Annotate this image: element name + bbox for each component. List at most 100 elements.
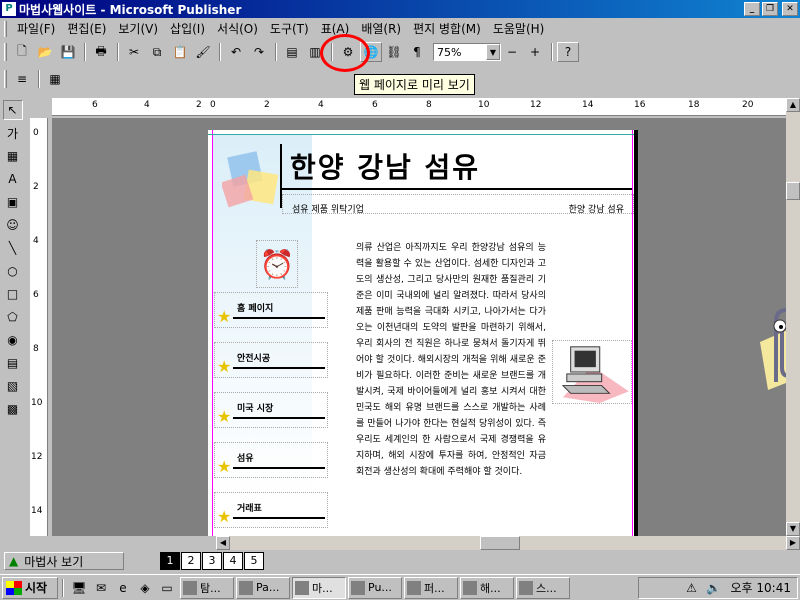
menu-view[interactable]: 보기(V) [112,19,164,39]
hyperlink-icon[interactable]: ⛓ [383,42,405,62]
page-1-button[interactable]: 1 [160,552,180,570]
nav-item-safety[interactable]: ★ 안전시공 [214,342,328,378]
tray-icon[interactable]: ⚠ [681,577,703,599]
horizontal-scrollbar[interactable]: ◀ ▶ [0,536,800,550]
site-title[interactable]: 한양 강남 섬유 [290,146,480,186]
paste-icon[interactable]: 📋 [169,42,191,62]
print-icon[interactable]: 🖶 [90,42,112,62]
rectangle-icon[interactable]: □ [3,284,23,304]
nav-item-trade[interactable]: ★ 거래표 [214,492,328,528]
copy-icon[interactable]: ⧉ [146,42,168,62]
vertical-scrollbar[interactable]: ▲ ▼ [786,98,800,536]
bring-front-icon[interactable]: ▤ [281,42,303,62]
toolbar-grip[interactable] [4,70,7,88]
menu-format[interactable]: 서식(O) [211,19,264,39]
logo-graphic[interactable] [222,150,282,214]
help-icon[interactable]: ? [557,42,579,62]
office-assistant-icon[interactable] [746,302,786,392]
ie-icon[interactable]: e [112,577,134,599]
ruler-label: 20 [742,100,754,110]
menu-arrange[interactable]: 배열(R) [355,19,407,39]
custom-shape-icon[interactable]: ⬠ [3,307,23,327]
show-desktop-icon[interactable]: ▭ [156,577,178,599]
format-icon[interactable]: ≡ [11,69,33,89]
undo-icon[interactable]: ↶ [225,42,247,62]
scroll-right-icon[interactable]: ▶ [786,536,800,550]
scroll-up-icon[interactable]: ▲ [786,98,800,112]
page-4-button[interactable]: 4 [223,552,243,570]
zoom-select[interactable]: 75% ▼ [433,43,501,61]
hotspot-icon[interactable]: ◉ [3,330,23,350]
restore-button[interactable]: ❐ [762,2,778,16]
line-icon[interactable]: ╲ [3,238,23,258]
task-word[interactable]: 퍼... [404,576,458,599]
task-wizard[interactable]: 마... [292,576,346,599]
publisher-icon[interactable]: P [2,2,16,16]
save-icon[interactable]: 💾 [57,42,79,62]
zoom-in-button[interactable]: + [524,42,546,62]
menu-help[interactable]: 도움말(H) [487,19,551,39]
volume-icon[interactable]: 🔊 [703,577,725,599]
format-painter-icon[interactable]: 🖌 [192,42,214,62]
picture-frame-icon[interactable]: ▣ [3,192,23,212]
show-wizard-button[interactable]: ▲ 마법사 보기 [4,552,124,570]
separator [551,43,553,61]
open-icon[interactable]: 📂 [34,42,56,62]
separator [38,70,40,88]
toolbar-grip[interactable] [4,43,7,61]
page-3-button[interactable]: 3 [202,552,222,570]
horizontal-ruler[interactable]: 6 4 2 0 2 4 6 8 10 12 14 16 18 20 [52,98,786,116]
new-icon[interactable]: 🗋 [11,42,33,62]
wordart-icon[interactable]: A [3,169,23,189]
clock[interactable]: 오후 10:41 [731,579,791,596]
table-frame-icon[interactable]: ▦ [3,146,23,166]
menu-file[interactable]: 파일(F) [11,19,61,39]
task-explorer[interactable]: 탐... [180,576,234,599]
clipart-icon[interactable]: ☺ [3,215,23,235]
pointer-icon[interactable]: ↖ [2,100,23,120]
cut-icon[interactable]: ✂ [123,42,145,62]
task-publisher[interactable]: Pu... [348,576,402,599]
desktop-icon[interactable]: 🖥 [68,577,90,599]
design-gallery-icon[interactable]: ▩ [3,399,23,419]
page[interactable]: 한양 강남 섬유 섬유 제품 위탁기업 한양 강남 섬유 ⏰ ★ 홈 페이지 ★… [208,130,638,536]
body-text-frame[interactable]: 의류 산업은 아직까지도 우리 한양강남 섬유의 능력을 활용할 수 있는 산업… [356,240,546,480]
scroll-track[interactable] [230,536,786,550]
vertical-ruler[interactable]: 0 2 4 6 8 10 12 14 [30,118,48,536]
special-chars-icon[interactable]: ¶ [406,42,428,62]
form-control-icon[interactable]: ▤ [3,353,23,373]
publication-canvas[interactable]: 한양 강남 섬유 섬유 제품 위탁기업 한양 강남 섬유 ⏰ ★ 홈 페이지 ★… [52,118,786,536]
alarm-clock-picture[interactable]: ⏰ [256,240,298,288]
menu-insert[interactable]: 삽입(I) [164,19,211,39]
task-paint[interactable]: Pa... [236,576,290,599]
zoom-out-button[interactable]: − [501,42,523,62]
menu-mail-merge[interactable]: 편지 병합(M) [407,19,487,39]
nav-item-home[interactable]: ★ 홈 페이지 [214,292,328,328]
scroll-down-icon[interactable]: ▼ [786,522,800,536]
outlook-icon[interactable]: ✉ [90,577,112,599]
start-button[interactable]: 시작 [2,576,58,599]
scroll-left-icon[interactable]: ◀ [216,536,230,550]
nav-item-us-market[interactable]: ★ 미국 시장 [214,392,328,428]
page-5-button[interactable]: 5 [244,552,264,570]
properties-icon[interactable]: ▦ [44,69,66,89]
minimize-button[interactable]: _ [744,2,760,16]
text-frame-icon[interactable]: 가 [3,123,23,143]
menu-edit[interactable]: 편집(E) [61,19,112,39]
object-toolbar: ↖ 가 ▦ A ▣ ☺ ╲ ○ □ ⬠ ◉ ▤ ▧ ▩ [0,98,26,548]
computer-picture[interactable] [552,340,632,404]
menu-tools[interactable]: 도구(T) [264,19,315,39]
task-seu[interactable]: 스... [516,576,570,599]
scroll-thumb[interactable] [480,536,520,550]
task-haeo[interactable]: 해... [460,576,514,599]
menu-grip[interactable] [4,21,7,37]
scroll-thumb[interactable] [786,182,800,200]
html-code-icon[interactable]: ▧ [3,376,23,396]
page-2-button[interactable]: 2 [181,552,201,570]
close-button[interactable]: ✕ [782,2,798,16]
channels-icon[interactable]: ◈ [134,577,156,599]
redo-icon[interactable]: ↷ [248,42,270,62]
chevron-down-icon[interactable]: ▼ [486,44,500,60]
nav-item-textile[interactable]: ★ 섬유 [214,442,328,478]
oval-icon[interactable]: ○ [3,261,23,281]
